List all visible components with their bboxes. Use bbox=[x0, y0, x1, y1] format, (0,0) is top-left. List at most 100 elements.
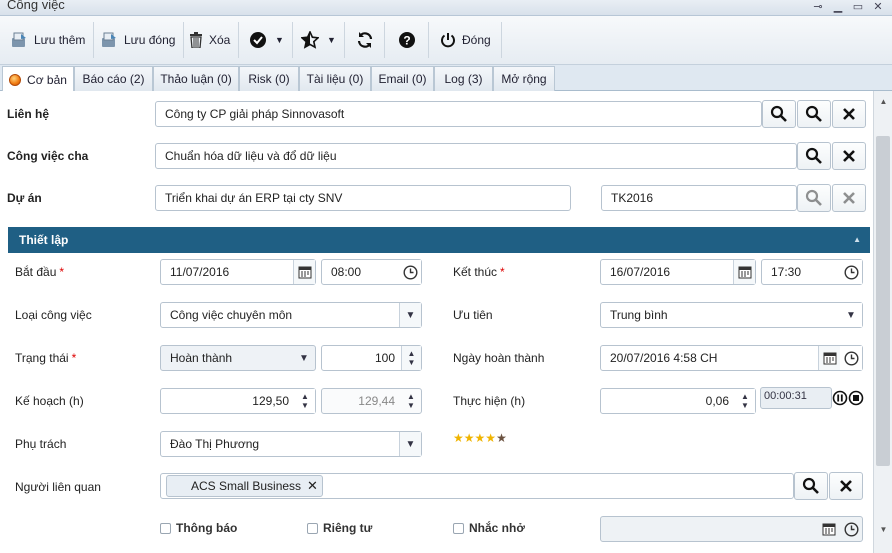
parent-task-field[interactable]: Chuẩn hóa dữ liệu và đổ dữ liệu bbox=[155, 143, 797, 169]
tab-label: Báo cáo (2) bbox=[82, 72, 145, 86]
maximize-icon[interactable]: ▭ bbox=[850, 0, 866, 13]
pause-icon[interactable] bbox=[832, 390, 848, 406]
checkbox-box[interactable] bbox=[307, 522, 318, 534]
calendar-icon[interactable] bbox=[293, 260, 315, 284]
close-window-icon[interactable]: ✕ bbox=[870, 0, 886, 13]
tab-log[interactable]: Log (3) bbox=[434, 66, 493, 91]
minimize-icon[interactable]: ▁ bbox=[830, 0, 846, 13]
remind-checkbox[interactable]: Nhắc nhở bbox=[453, 521, 525, 535]
stepper-arrows-icon[interactable]: ▲ ▼ bbox=[295, 389, 315, 413]
save-new-button[interactable]: Lưu thêm bbox=[2, 22, 95, 58]
project-code-field[interactable]: TK2016 bbox=[601, 185, 797, 211]
star-filled-icon[interactable]: ★ bbox=[475, 432, 486, 444]
end-label-text: Kết thúc bbox=[453, 265, 498, 279]
scrollbar-thumb[interactable] bbox=[876, 136, 890, 466]
private-label: Riêng tư bbox=[323, 521, 373, 535]
checkbox-box[interactable] bbox=[160, 522, 171, 534]
checkbox-box[interactable] bbox=[453, 522, 464, 534]
clock-icon[interactable] bbox=[840, 346, 862, 370]
completed-date-field[interactable]: 20/07/2016 4:58 CH bbox=[600, 345, 863, 371]
favorite-menu-button[interactable]: ▼ bbox=[293, 22, 345, 58]
project-clear-button[interactable] bbox=[832, 184, 866, 212]
toolbar: Lưu thêm Lưu đóng Xóa ▼ ▼ ? Đóng bbox=[0, 16, 892, 65]
help-button[interactable]: ? bbox=[385, 22, 429, 58]
tab-label: Cơ bản bbox=[27, 72, 67, 87]
related-person-name: ACS Small Business bbox=[191, 479, 302, 493]
refresh-button[interactable] bbox=[345, 22, 385, 58]
project-search-button[interactable] bbox=[797, 184, 831, 212]
star-filled-icon[interactable]: ★ bbox=[453, 432, 464, 444]
tab-extend[interactable]: Mở rộng bbox=[493, 66, 555, 91]
project-label: Dự án bbox=[7, 191, 42, 205]
stepper-arrows-icon[interactable]: ▲ ▼ bbox=[401, 346, 421, 370]
notify-checkbox[interactable]: Thông báo bbox=[160, 521, 237, 535]
settings-section-header[interactable]: Thiết lập ▲ bbox=[8, 227, 870, 253]
actual-hours-stepper[interactable]: 0,06 ▲ ▼ bbox=[600, 388, 756, 414]
save-new-label: Lưu thêm bbox=[34, 33, 86, 47]
stepper-arrows-icon[interactable]: ▲ ▼ bbox=[401, 389, 421, 413]
clock-icon[interactable] bbox=[840, 517, 862, 541]
plan-hours-stepper[interactable]: 129,50 ▲ ▼ bbox=[160, 388, 316, 414]
close-button[interactable]: Đóng bbox=[432, 22, 502, 58]
complete-menu-button[interactable]: ▼ bbox=[241, 22, 293, 58]
tab-email[interactable]: Email (0) bbox=[371, 66, 434, 91]
status-select[interactable]: Hoàn thành ▼ bbox=[160, 345, 316, 371]
parent-task-search-button[interactable] bbox=[797, 142, 831, 170]
scroll-up-icon[interactable]: ▲ bbox=[874, 97, 892, 106]
pin-icon[interactable]: ⊸ bbox=[810, 0, 826, 13]
contact-search-button[interactable] bbox=[762, 100, 796, 128]
private-checkbox[interactable]: Riêng tư bbox=[307, 521, 372, 535]
scroll-down-icon[interactable]: ▼ bbox=[874, 525, 892, 534]
contact-lookup-button[interactable] bbox=[797, 100, 831, 128]
rating-stars[interactable]: ★ ★ ★ ★ ★ bbox=[453, 432, 507, 444]
start-time-value: 08:00 bbox=[331, 265, 362, 279]
save-close-button[interactable]: Lưu đóng bbox=[92, 22, 185, 58]
remind-datetime-field[interactable] bbox=[600, 516, 863, 542]
clock-icon[interactable] bbox=[840, 260, 862, 284]
owner-value: Đào Thị Phương bbox=[170, 437, 260, 451]
owner-select[interactable]: Đào Thị Phương ▼ bbox=[160, 431, 422, 457]
related-clear-button[interactable] bbox=[829, 472, 863, 500]
parent-task-clear-button[interactable] bbox=[832, 142, 866, 170]
end-date-field[interactable]: 16/07/2016 bbox=[600, 259, 756, 285]
collapse-icon[interactable]: ▲ bbox=[853, 235, 861, 244]
delete-button[interactable]: Xóa bbox=[181, 22, 240, 58]
contact-clear-button[interactable] bbox=[832, 100, 866, 128]
priority-value: Trung bình bbox=[610, 308, 668, 322]
stepper-arrows-icon[interactable]: ▲ ▼ bbox=[735, 389, 755, 413]
chevron-down-icon: ▼ bbox=[840, 303, 862, 327]
calendar-icon[interactable] bbox=[733, 260, 755, 284]
tab-label: Log (3) bbox=[444, 72, 483, 86]
percent-stepper[interactable]: 100 ▲ ▼ bbox=[321, 345, 422, 371]
tab-risk[interactable]: Risk (0) bbox=[239, 66, 299, 91]
timer-display: 00:00:31 bbox=[760, 387, 832, 409]
task-type-select[interactable]: Công việc chuyên môn ▼ bbox=[160, 302, 422, 328]
vertical-scrollbar[interactable]: ▲ ▼ bbox=[873, 91, 892, 553]
percent-value: 100 bbox=[374, 351, 395, 365]
close-label: Đóng bbox=[462, 33, 491, 47]
required-mark: * bbox=[59, 265, 65, 279]
timer-controls[interactable] bbox=[832, 390, 864, 406]
tab-basic[interactable]: Cơ bản bbox=[2, 66, 74, 92]
contact-field[interactable]: Công ty CP giải pháp Sinnovasoft bbox=[155, 101, 762, 127]
status-label: Trạng thái * bbox=[15, 351, 76, 365]
start-time-field[interactable]: 08:00 bbox=[321, 259, 422, 285]
star-filled-icon[interactable]: ★ bbox=[485, 432, 496, 444]
calendar-icon[interactable] bbox=[818, 517, 840, 541]
project-field[interactable]: Triển khai dự án ERP tại cty SNV bbox=[155, 185, 571, 211]
calendar-icon[interactable] bbox=[818, 346, 840, 370]
remove-tag-icon[interactable]: ✕ bbox=[307, 478, 318, 494]
clock-icon[interactable] bbox=[399, 260, 421, 284]
tab-discussion[interactable]: Thảo luận (0) bbox=[153, 66, 239, 91]
stop-icon[interactable] bbox=[848, 390, 864, 406]
star-empty-icon[interactable]: ★ bbox=[496, 432, 507, 444]
end-time-field[interactable]: 17:30 bbox=[761, 259, 863, 285]
related-search-button[interactable] bbox=[794, 472, 828, 500]
plan-hours-secondary-stepper[interactable]: 129,44 ▲ ▼ bbox=[321, 388, 422, 414]
tab-documents[interactable]: Tài liệu (0) bbox=[299, 66, 371, 91]
tab-reports[interactable]: Báo cáo (2) bbox=[74, 66, 153, 91]
save-close-label: Lưu đóng bbox=[124, 33, 176, 47]
priority-select[interactable]: Trung bình ▼ bbox=[600, 302, 863, 328]
star-filled-icon[interactable]: ★ bbox=[464, 432, 475, 444]
start-date-field[interactable]: 11/07/2016 bbox=[160, 259, 316, 285]
